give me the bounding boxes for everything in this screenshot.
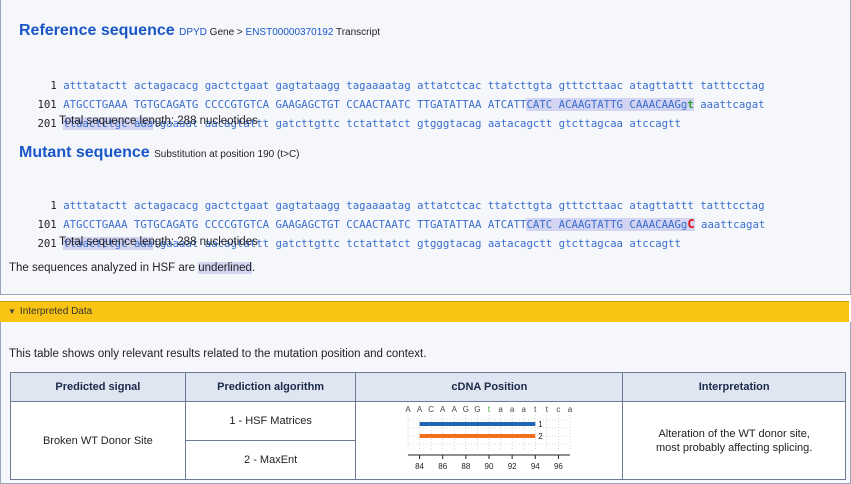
table-intro: This table shows only relevant results r… xyxy=(9,348,427,360)
sequence-letter: t xyxy=(488,405,491,414)
sequence-letter: a xyxy=(568,405,573,414)
mut-seq-line-101: 101 ATGCCTGAAA TGTGCAGATG CCCCGTGTCA GAA… xyxy=(37,217,766,231)
transcript-link[interactable]: ENST00000370192 xyxy=(246,27,334,38)
sequence-letter: c xyxy=(557,405,561,414)
signal-bar-label: 2 xyxy=(539,432,544,441)
cdna-position-cell: A A C A A G Gt a a a t t c a 1 2 84 86 88 90 92 94 96 xyxy=(355,401,624,480)
ref-seq-line-201: 201 ttaactctgc aaatgaaaat aacagtattt gat… xyxy=(37,117,681,130)
underlined-legend: underlined xyxy=(198,262,252,274)
predicted-signal-cell: Broken WT Donor Site xyxy=(10,401,186,480)
x-tick-label: 94 xyxy=(531,462,540,471)
algorithm-hsf: 1 - HSF Matrices xyxy=(184,401,357,441)
sequence-letter: a xyxy=(510,405,515,414)
x-tick-label: 96 xyxy=(554,462,563,471)
interpreted-panel: This table shows only relevant results r… xyxy=(0,322,851,484)
algorithm-maxent: 2 - MaxEnt xyxy=(184,440,357,480)
mutant-nucleotide: C xyxy=(687,217,695,231)
col-prediction-algorithm: Prediction algorithm xyxy=(184,372,357,402)
x-tick-label: 90 xyxy=(485,462,494,471)
transcript-suffix: Transcript xyxy=(333,27,381,38)
mutant-title: Mutant sequence xyxy=(19,144,150,161)
sequence-letter: A xyxy=(452,405,458,414)
col-interpretation: Interpretation xyxy=(622,372,846,402)
cdna-position-chart: A A C A A G Gt a a a t t c a1284 86 88 90 92 94 96 xyxy=(406,405,573,471)
mutant-total-length: Total sequence length: 288 nucleotides xyxy=(59,236,258,248)
sequence-letter: t xyxy=(546,405,549,414)
signal-bar-1 xyxy=(419,422,536,426)
interpretation-line-2: most probably affecting splicing. xyxy=(655,441,813,454)
interpretation-cell: Alteration of the WT donor site, most pr… xyxy=(622,401,846,480)
sequence-letter: a xyxy=(522,405,527,414)
col-predicted-signal: Predicted signal xyxy=(10,372,186,402)
mutant-subtitle: Substitution at position 190 (t>C) xyxy=(154,149,300,160)
sequence-letter: A xyxy=(417,405,423,414)
reference-header: Reference sequence DPYD Gene > ENST00000… xyxy=(19,22,380,40)
sequence-letter: C xyxy=(429,405,435,414)
x-tick-label: 84 xyxy=(416,462,425,471)
reference-total-length: Total sequence length: 288 nucleotides xyxy=(59,115,258,127)
signal-bar-label: 1 xyxy=(539,420,544,429)
reference-title: Reference sequence xyxy=(19,22,175,39)
mut-seq-line-1: 1 atttatactt actagacacg gactctgaat gagta… xyxy=(50,199,765,212)
ref-seq-line-1: 1 atttatactt actagacacg gactctgaat gagta… xyxy=(50,79,765,92)
sequence-letter: A xyxy=(440,405,446,414)
interpreted-data-toggle[interactable]: ▼ Interpreted Data xyxy=(0,301,849,323)
sequence-letter: G xyxy=(463,405,469,414)
sequence-letter: a xyxy=(499,405,504,414)
x-tick-label: 86 xyxy=(439,462,448,471)
mutant-header: Mutant sequence Substitution at position… xyxy=(19,144,300,162)
interpretation-line-1: Alteration of the WT donor site, xyxy=(658,427,810,440)
x-tick-label: 88 xyxy=(462,462,471,471)
gene-suffix: Gene > xyxy=(206,27,246,38)
x-tick-label: 92 xyxy=(508,462,517,471)
mut-seq-line-201: 201 ttaactctgc aaatgaaaat aacagtattt gat… xyxy=(37,237,681,250)
ref-seq-line-101: 101 ATGCCTGAAA TGTGCAGATG CCCCGTGTCA GAA… xyxy=(37,98,765,111)
sequence-letter: G xyxy=(475,405,481,414)
sequence-letter: t xyxy=(535,405,538,414)
interpreted-data-title: Interpreted Data xyxy=(19,306,93,317)
sequence-letter: A xyxy=(406,405,412,414)
col-cdna-position: cDNA Position xyxy=(355,372,624,402)
analysis-note: The sequences analyzed in HSF are underl… xyxy=(9,262,256,274)
signal-bar-2 xyxy=(419,434,536,438)
gene-link[interactable]: DPYD xyxy=(179,27,207,38)
sequences-panel: Reference sequence DPYD Gene > ENST00000… xyxy=(0,0,851,295)
results-table: Predicted signal Prediction algorithm cD… xyxy=(10,372,846,480)
collapse-triangle-icon: ▼ xyxy=(8,307,16,316)
